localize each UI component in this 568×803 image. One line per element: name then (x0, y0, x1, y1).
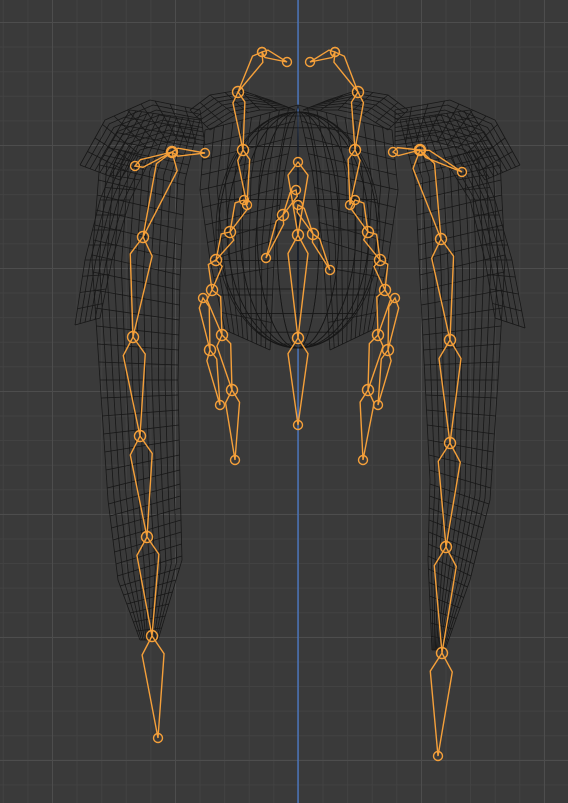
left-side-bang-chain-bone-4 (216, 333, 233, 391)
left-inner-bang-chain-bone-0 (198, 296, 211, 351)
left-inner-bang-chain-bone-1 (206, 348, 221, 406)
right-twintail-chain-bone-5 (429, 651, 454, 757)
left-twintail-mesh (91, 109, 201, 641)
left-spike-mesh (74, 149, 151, 326)
right-twintail-mesh (399, 109, 506, 651)
left-twintail-chain-bone-1 (129, 235, 153, 338)
viewport-canvas[interactable] (0, 0, 568, 803)
right-side-bang-chain-bone-5 (359, 388, 375, 461)
left-twintail-chain-bone-5 (141, 634, 165, 739)
right-spike-mesh (444, 149, 526, 329)
3d-viewport[interactable] (0, 0, 568, 803)
left-side-bang-chain-bone-5 (224, 388, 241, 461)
left-ahoge-chain-bone-0 (237, 50, 264, 93)
right-inner-bang-chain-bone-0 (387, 296, 400, 351)
right-inner-bang-chain-bone-1 (377, 348, 392, 406)
right-ahoge-chain-bone-0 (333, 50, 359, 93)
